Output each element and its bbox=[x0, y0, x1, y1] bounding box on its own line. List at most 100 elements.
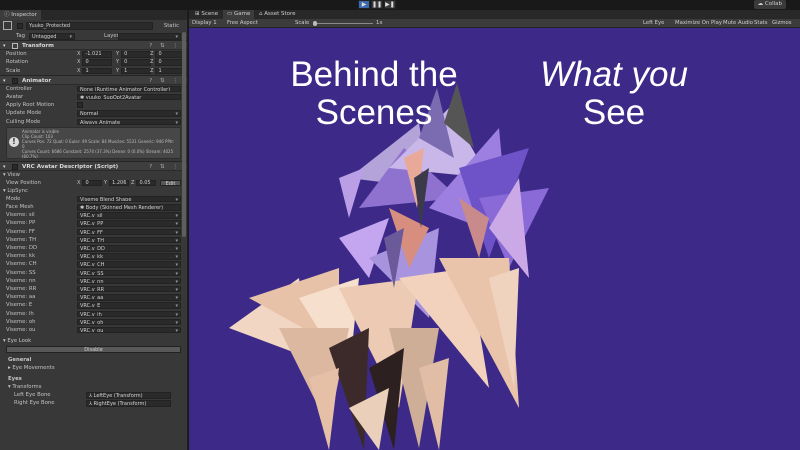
transform-header[interactable]: ▾ Transform ? ⇅ ⋮ bbox=[0, 40, 187, 51]
viseme-dropdown[interactable]: VRC.v_kk bbox=[77, 253, 181, 260]
object-name-field[interactable]: Yuuko_Protected bbox=[26, 22, 153, 30]
lipsync-mode-row: Mode Viseme Blend Shape bbox=[0, 195, 187, 203]
viseme-label: Viseme: RR bbox=[6, 285, 37, 292]
viseme-dropdown[interactable]: VRC.v_TH bbox=[77, 236, 181, 244]
viseme-label: Viseme: ih bbox=[6, 310, 34, 317]
viseme-label: Viseme: FF bbox=[6, 228, 35, 235]
view-y-field[interactable]: Y 1.206 bbox=[104, 179, 130, 187]
transform-x-field[interactable]: X0 bbox=[77, 59, 113, 66]
inspector-scrollbar[interactable] bbox=[182, 32, 186, 237]
viseme-dropdown[interactable]: VRC.v_SS bbox=[77, 269, 181, 277]
viseme-label: Viseme: CH bbox=[6, 261, 37, 268]
animator-row-value[interactable]: ✱ yuuko_SupOpt2Avatar bbox=[77, 93, 181, 101]
tab-inspector[interactable]: ⓘ Inspector bbox=[0, 10, 41, 20]
step-button[interactable]: ▶❚ bbox=[384, 0, 396, 9]
edit-view-button[interactable]: Edit bbox=[160, 179, 181, 187]
view-position-row: View Position X0 Y 1.206 Z 0.05 Edit bbox=[0, 179, 187, 187]
cloud-icon: ☁ bbox=[757, 1, 765, 7]
collab-button[interactable]: ☁ Collab bbox=[753, 0, 786, 9]
animator-info-line: Curves Pos: 72 Quat: 0 Euler: 49 Scale: … bbox=[22, 138, 175, 149]
disable-eye-look-button[interactable]: Disable bbox=[6, 346, 181, 353]
transform-z-field[interactable]: Z0 bbox=[150, 51, 186, 58]
viseme-dropdown[interactable]: VRC.v_CH bbox=[77, 261, 181, 268]
viseme-row: Viseme: TH VRC.v_TH bbox=[0, 236, 187, 244]
animator-enabled-checkbox[interactable] bbox=[12, 77, 18, 84]
mode-label: Mode bbox=[6, 195, 21, 202]
descriptor-enabled-checkbox[interactable] bbox=[12, 163, 18, 170]
mode-dropdown[interactable]: Viseme Blend Shape bbox=[77, 195, 181, 203]
viseme-row: Viseme: CH VRC.v_CH bbox=[0, 260, 187, 268]
viseme-row: Viseme: PP VRC.v_PP bbox=[0, 219, 187, 227]
viseme-dropdown[interactable]: VRC.v_aa bbox=[77, 294, 181, 301]
stats-toggle[interactable]: Stats bbox=[754, 19, 768, 28]
tab-game[interactable]: ▭ Game bbox=[223, 10, 255, 19]
animator-row-value[interactable]: Always Animate bbox=[77, 118, 181, 125]
viseme-dropdown[interactable]: VRC.v_RR bbox=[77, 285, 181, 293]
viseme-dropdown[interactable]: VRC.v_oh bbox=[77, 318, 181, 326]
game-icon: ▭ bbox=[227, 11, 234, 17]
left-eye-field[interactable]: ⅄ LeftEye (Transform) bbox=[86, 392, 171, 399]
transforms-foldout[interactable]: ▾ Transforms bbox=[0, 383, 187, 391]
mute-audio-toggle[interactable]: Mute Audio bbox=[723, 19, 753, 28]
viseme-row: Viseme: FF VRC.v_FF bbox=[0, 228, 187, 236]
viseme-label: Viseme: oh bbox=[6, 318, 36, 325]
apply-root-motion-checkbox[interactable] bbox=[77, 102, 83, 109]
right-eye-field[interactable]: ⅄ RightEye (Transform) bbox=[86, 400, 171, 407]
view-section-foldout[interactable]: ▾ View bbox=[0, 171, 187, 179]
view-position-label: View Position bbox=[6, 179, 41, 186]
face-mesh-field[interactable]: ✱ Body (Skinned Mesh Renderer) bbox=[77, 204, 181, 211]
maximize-on-play-toggle[interactable]: Maximize On Play bbox=[675, 19, 722, 28]
tab-asset-store[interactable]: ⌂ Asset Store bbox=[255, 10, 300, 19]
disable-row: Disable bbox=[0, 345, 187, 353]
display-dropdown[interactable]: Display 1 bbox=[192, 19, 217, 28]
scale-slider-handle[interactable] bbox=[313, 21, 317, 26]
active-checkbox[interactable] bbox=[17, 23, 23, 29]
tag-dropdown[interactable]: Untagged bbox=[29, 33, 75, 40]
play-button[interactable]: ▶ bbox=[358, 0, 370, 9]
eye-look-foldout[interactable]: ▾ Eye Look bbox=[0, 337, 187, 345]
main-toolbar: ▶ ❚❚ ▶❚ ☁ Collab bbox=[0, 0, 800, 10]
layer-label: Layer bbox=[104, 33, 119, 39]
transform-x-field[interactable]: X1 bbox=[77, 67, 113, 75]
transform-row-label: Position bbox=[6, 51, 27, 58]
animator-row-value[interactable]: None (Runtime Animator Controller) bbox=[77, 85, 181, 93]
eye-dropdown[interactable]: Left Eye bbox=[643, 19, 664, 28]
viseme-label: Viseme: PP bbox=[6, 220, 36, 227]
static-label[interactable]: Static bbox=[164, 20, 179, 32]
transform-y-field[interactable]: Y0 bbox=[116, 59, 152, 66]
eyes-label: Eyes bbox=[8, 376, 22, 383]
animator-row-value[interactable]: Normal bbox=[77, 110, 181, 117]
tab-scene-label: Scene bbox=[201, 11, 219, 17]
viseme-dropdown[interactable]: VRC.v_ih bbox=[77, 310, 181, 317]
viseme-label: Viseme: TH bbox=[6, 236, 37, 243]
layer-dropdown[interactable] bbox=[118, 33, 181, 40]
transform-z-field[interactable]: Z1 bbox=[150, 67, 186, 75]
viseme-dropdown[interactable]: VRC.v_nn bbox=[77, 277, 181, 285]
gizmos-dropdown[interactable]: Gizmos bbox=[772, 19, 792, 28]
scale-slider[interactable] bbox=[313, 23, 373, 24]
viseme-dropdown[interactable]: VRC.v_PP bbox=[77, 220, 181, 227]
viseme-dropdown[interactable]: VRC.v_E bbox=[77, 302, 181, 309]
view-z-field[interactable]: Z 0.05 bbox=[131, 179, 157, 187]
viseme-dropdown[interactable]: VRC.v_FF bbox=[77, 228, 181, 236]
tab-scene[interactable]: ⊞ Scene bbox=[191, 10, 222, 19]
viseme-dropdown[interactable]: VRC.v_DD bbox=[77, 245, 181, 252]
animator-header[interactable]: ▾ Animator ? ⇅ ⋮ bbox=[0, 74, 187, 85]
general-label: General bbox=[8, 357, 32, 364]
transform-z-field[interactable]: Z0 bbox=[150, 59, 186, 66]
viseme-label: Viseme: ou bbox=[6, 326, 36, 333]
eye-movements-foldout[interactable]: ▸ Eye Movements bbox=[0, 364, 187, 372]
transform-y-field[interactable]: Y1 bbox=[116, 67, 152, 75]
transform-y-field[interactable]: Y0 bbox=[116, 51, 152, 58]
viseme-dropdown[interactable]: VRC.v_ou bbox=[77, 326, 181, 334]
transform-x-field[interactable]: X -1.021 bbox=[77, 51, 113, 58]
object-header: Yuuko_Protected Static bbox=[0, 20, 187, 32]
viseme-dropdown[interactable]: VRC.v_sil bbox=[77, 212, 181, 219]
aspect-dropdown[interactable]: Free Aspect bbox=[227, 19, 258, 28]
vrc-descriptor-header[interactable]: ▾ VRC Avatar Descriptor (Script) ? ⇅ ⋮ bbox=[0, 160, 187, 171]
transform-row: Position X -1.021 Y 0 Z 0 bbox=[0, 50, 187, 58]
pause-button[interactable]: ❚❚ bbox=[371, 0, 383, 9]
view-x-field[interactable]: X0 bbox=[77, 179, 103, 187]
game-viewport[interactable]: Behind the Scenes What you See bbox=[189, 28, 800, 450]
lipsync-section-foldout[interactable]: ▾ LipSync bbox=[0, 187, 187, 195]
